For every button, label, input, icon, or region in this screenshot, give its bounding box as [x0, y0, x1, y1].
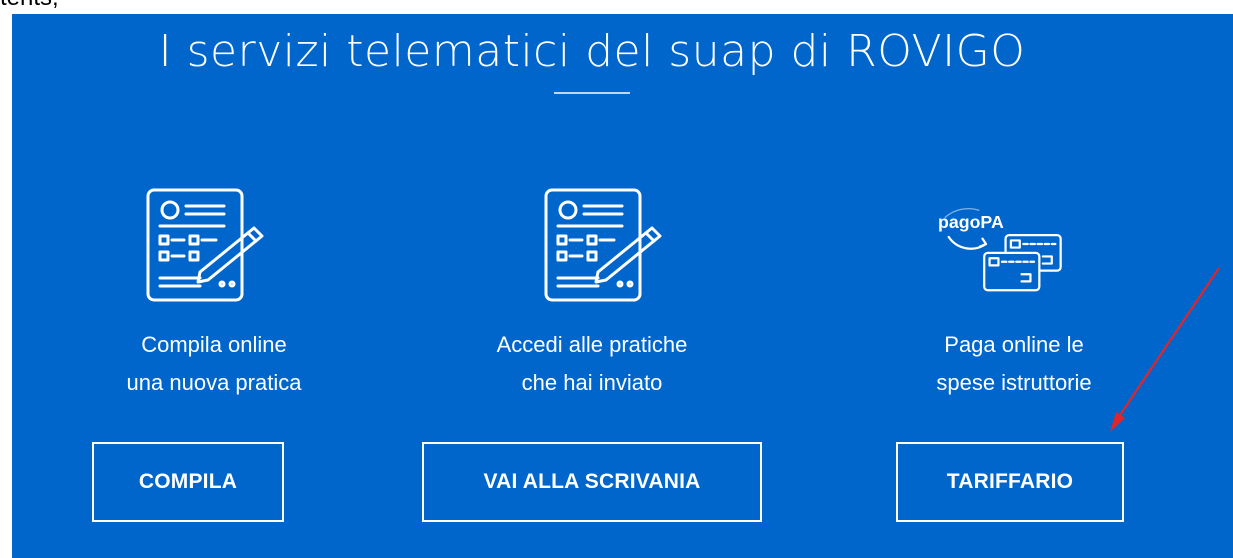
card-tariffario: pagoPA Paga online le spese istruttorie … — [882, 174, 1222, 554]
compila-button[interactable]: COMPILA — [92, 442, 284, 522]
card-description: Compila online una nuova pratica — [44, 326, 384, 402]
card-description: Accedi alle pratiche che hai inviato — [422, 326, 762, 402]
page-title: I servizi telematici del suap di ROVIGO — [158, 26, 1026, 77]
card-compila: Compila online una nuova pratica COMPILA — [44, 174, 384, 554]
cut-off-text: tents; — [0, 0, 59, 10]
form-edit-icon — [544, 188, 662, 302]
title-divider — [554, 92, 630, 94]
card-description: Paga online le spese istruttorie — [844, 326, 1184, 402]
card-description-line2: spese istruttorie — [936, 370, 1092, 395]
card-scrivania: Accedi alle pratiche che hai inviato VAI… — [422, 174, 762, 554]
form-edit-icon — [146, 188, 264, 302]
card-description-line2: che hai inviato — [521, 370, 663, 395]
tariffario-button[interactable]: TARIFFARIO — [896, 442, 1124, 522]
card-description-line1: Accedi alle pratiche — [496, 332, 688, 357]
card-description-line1: Paga online le — [944, 332, 1084, 357]
vai-alla-scrivania-button[interactable]: VAI ALLA SCRIVANIA — [422, 442, 762, 522]
top-text-strip: tents; — [0, 0, 1233, 14]
card-description-line2: una nuova pratica — [126, 370, 302, 395]
card-description-line1: Compila online — [141, 332, 287, 357]
pagopa-cards-icon: pagoPA — [938, 208, 1062, 292]
services-panel: I servizi telematici del suap di ROVIGO — [12, 14, 1233, 558]
